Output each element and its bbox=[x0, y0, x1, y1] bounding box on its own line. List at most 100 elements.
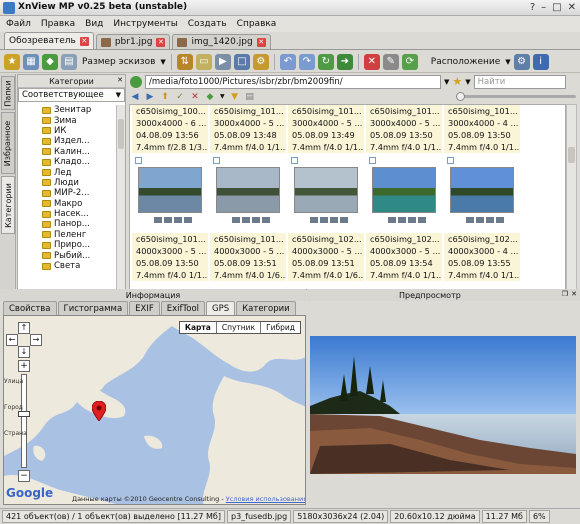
thumbnail-checkbox[interactable] bbox=[135, 157, 142, 164]
panel-float-icon[interactable]: ❐ bbox=[562, 290, 568, 298]
map-type-map[interactable]: Карта bbox=[180, 322, 217, 333]
tree-item[interactable]: Панор... bbox=[18, 219, 116, 229]
tree-item[interactable]: Макро bbox=[18, 199, 116, 209]
tree-item[interactable]: Калин... bbox=[18, 147, 116, 157]
tab-histogram[interactable]: Гистограмма bbox=[57, 301, 129, 315]
layout-button[interactable]: Расположение bbox=[429, 57, 502, 67]
go-icon[interactable] bbox=[130, 75, 142, 88]
chevron-down-icon[interactable]: ▼ bbox=[220, 93, 225, 100]
map-pin-icon[interactable] bbox=[92, 401, 106, 421]
settings-icon[interactable]: ⚙ bbox=[513, 53, 530, 70]
tab-close-icon[interactable]: ✕ bbox=[256, 37, 266, 47]
tree-item[interactable]: Зенитар bbox=[18, 105, 116, 115]
tab-browser[interactable]: Обозреватель ✕ bbox=[4, 32, 94, 49]
zoom-handle[interactable] bbox=[18, 411, 30, 417]
tab-close-icon[interactable]: ✕ bbox=[79, 36, 89, 46]
tab-favorites[interactable]: Избранное bbox=[1, 112, 15, 174]
thumbnail-info[interactable]: c650isimg_101... 3000x4000 - 5 ... 05.08.0… bbox=[210, 105, 286, 153]
pan-right-icon[interactable]: → bbox=[30, 334, 42, 346]
convert-icon[interactable]: ⟳ bbox=[401, 53, 418, 70]
go-icon[interactable]: ➜ bbox=[336, 53, 353, 70]
scrollbar-thumb[interactable] bbox=[118, 119, 124, 149]
panel-close-icon[interactable]: ✕ bbox=[117, 76, 123, 84]
thumbnail[interactable] bbox=[210, 155, 286, 231]
chevron-down-icon[interactable]: ▼ bbox=[444, 78, 449, 86]
tab-categories[interactable]: Категории bbox=[1, 176, 15, 234]
menu-help[interactable]: Справка bbox=[237, 19, 277, 29]
thumbnail-info[interactable]: c650isimg_101... 3000x4000 - 4 ... 05.08.0… bbox=[444, 105, 520, 153]
refresh-icon[interactable]: ↻ bbox=[317, 53, 334, 70]
tree-item[interactable]: Лед bbox=[18, 167, 116, 178]
tree-item[interactable]: Света bbox=[18, 261, 116, 271]
help-icon[interactable]: ? bbox=[530, 2, 535, 13]
menu-edit[interactable]: Правка bbox=[41, 19, 75, 29]
pan-up-icon[interactable]: ↑ bbox=[18, 322, 30, 334]
thumbnail-info[interactable]: c650isimg_101... 4000x3000 - 5 ... 05.08.0… bbox=[132, 233, 208, 281]
menu-view[interactable]: Вид bbox=[85, 19, 103, 29]
thumbnail[interactable] bbox=[444, 155, 520, 231]
categories-scrollbar[interactable] bbox=[116, 105, 125, 291]
map-type-satellite[interactable]: Спутник bbox=[217, 322, 262, 333]
thumbnail-info[interactable]: c650isimg_102... 4000x3000 - 5 ... 05.08.0… bbox=[288, 233, 364, 281]
forward-icon[interactable]: ▶ bbox=[145, 92, 155, 102]
zoom-out-icon[interactable]: − bbox=[18, 470, 30, 482]
fullscreen-icon[interactable]: □ bbox=[233, 53, 250, 70]
tree-item[interactable]: Насек... bbox=[18, 209, 116, 219]
view-mode-icon[interactable]: ▦ bbox=[23, 53, 39, 70]
zoom-track[interactable] bbox=[18, 374, 30, 468]
thumbnail-checkbox[interactable] bbox=[213, 157, 220, 164]
thumbnail-checkbox[interactable] bbox=[291, 157, 298, 164]
folder-open-icon[interactable]: ▭ bbox=[195, 53, 212, 70]
tab-exiftool[interactable]: ExifTool bbox=[160, 301, 206, 315]
tab-pbr1[interactable]: pbr1.jpg ✕ bbox=[95, 34, 171, 49]
tab-folders[interactable]: Папки bbox=[1, 76, 15, 110]
tree-item[interactable]: Издел... bbox=[18, 136, 116, 146]
panel-close-icon[interactable]: ✕ bbox=[571, 290, 577, 298]
thumbnail-info[interactable]: c650isimg_101... 3000x4000 - 5 ... 05.08.0… bbox=[366, 105, 442, 153]
pan-left-icon[interactable]: ← bbox=[6, 334, 18, 346]
maximize-icon[interactable]: □ bbox=[552, 2, 561, 13]
thumbnail[interactable] bbox=[288, 155, 364, 231]
thumbnail-info[interactable]: c650isimg_101... 3000x4000 - 5 ... 05.08.0… bbox=[288, 105, 364, 153]
bookmark-icon[interactable]: ★ bbox=[4, 53, 20, 70]
path-input[interactable]: /media/foto1000/Pictures/isbr/zbr/bm2009… bbox=[145, 74, 441, 89]
rotate-right-icon[interactable]: ↷ bbox=[298, 53, 315, 70]
tab-properties[interactable]: Свойства bbox=[3, 301, 57, 315]
view-list-icon[interactable]: ▤ bbox=[245, 92, 255, 102]
tree-item[interactable]: Пеленг bbox=[18, 230, 116, 240]
menu-file[interactable]: Файл bbox=[6, 19, 31, 29]
thumbnail-info[interactable]: c650isimg_101... 4000x3000 - 5 ... 05.08.0… bbox=[210, 233, 286, 281]
categories-filter-select[interactable]: Соответствующее ▼ bbox=[18, 88, 125, 102]
thumbnail-checkbox[interactable] bbox=[447, 157, 454, 164]
delete-icon[interactable]: ✕ bbox=[363, 53, 380, 70]
back-icon[interactable]: ◀ bbox=[130, 92, 140, 102]
tree-item[interactable]: Рыбий... bbox=[18, 250, 116, 261]
close-icon[interactable]: ✕ bbox=[568, 2, 576, 13]
thumbnail-checkbox[interactable] bbox=[369, 157, 376, 164]
tree-item[interactable]: ИК bbox=[18, 126, 116, 136]
scrollbar-thumb[interactable] bbox=[568, 147, 575, 163]
pan-down-icon[interactable]: ↓ bbox=[18, 346, 30, 358]
tree-item[interactable]: Люди bbox=[18, 178, 116, 188]
batch-icon[interactable]: ⚙ bbox=[252, 53, 269, 70]
grid-scrollbar[interactable] bbox=[566, 104, 577, 290]
tree-item[interactable]: Приро... bbox=[18, 240, 116, 250]
menu-tools[interactable]: Инструменты bbox=[113, 19, 177, 29]
tree-item[interactable]: Кладо... bbox=[18, 157, 116, 167]
favorite-star-icon[interactable]: ★ bbox=[452, 75, 462, 88]
tab-img1420[interactable]: img_1420.jpg ✕ bbox=[172, 34, 271, 49]
chevron-down-icon[interactable]: ▼ bbox=[160, 58, 165, 66]
rotate-left-icon[interactable]: ↶ bbox=[279, 53, 296, 70]
tree-item[interactable]: МИР-2... bbox=[18, 188, 116, 198]
slider-handle[interactable] bbox=[456, 92, 465, 101]
sort-icon[interactable]: ⇅ bbox=[176, 53, 193, 70]
menu-create[interactable]: Создать bbox=[188, 19, 227, 29]
thumbnail-info[interactable]: c650isimg_102... 4000x3000 - 4 ... 05.08.0… bbox=[444, 233, 520, 281]
delete-icon[interactable]: ✕ bbox=[190, 92, 200, 102]
map-type-hybrid[interactable]: Гибрид bbox=[261, 322, 300, 333]
tree-item[interactable]: Зима bbox=[18, 115, 116, 126]
slideshow-icon[interactable]: ▶ bbox=[214, 53, 231, 70]
info-icon[interactable]: i bbox=[532, 53, 549, 70]
thumbnail[interactable] bbox=[132, 155, 208, 231]
select-icon[interactable]: ✓ bbox=[175, 92, 185, 102]
